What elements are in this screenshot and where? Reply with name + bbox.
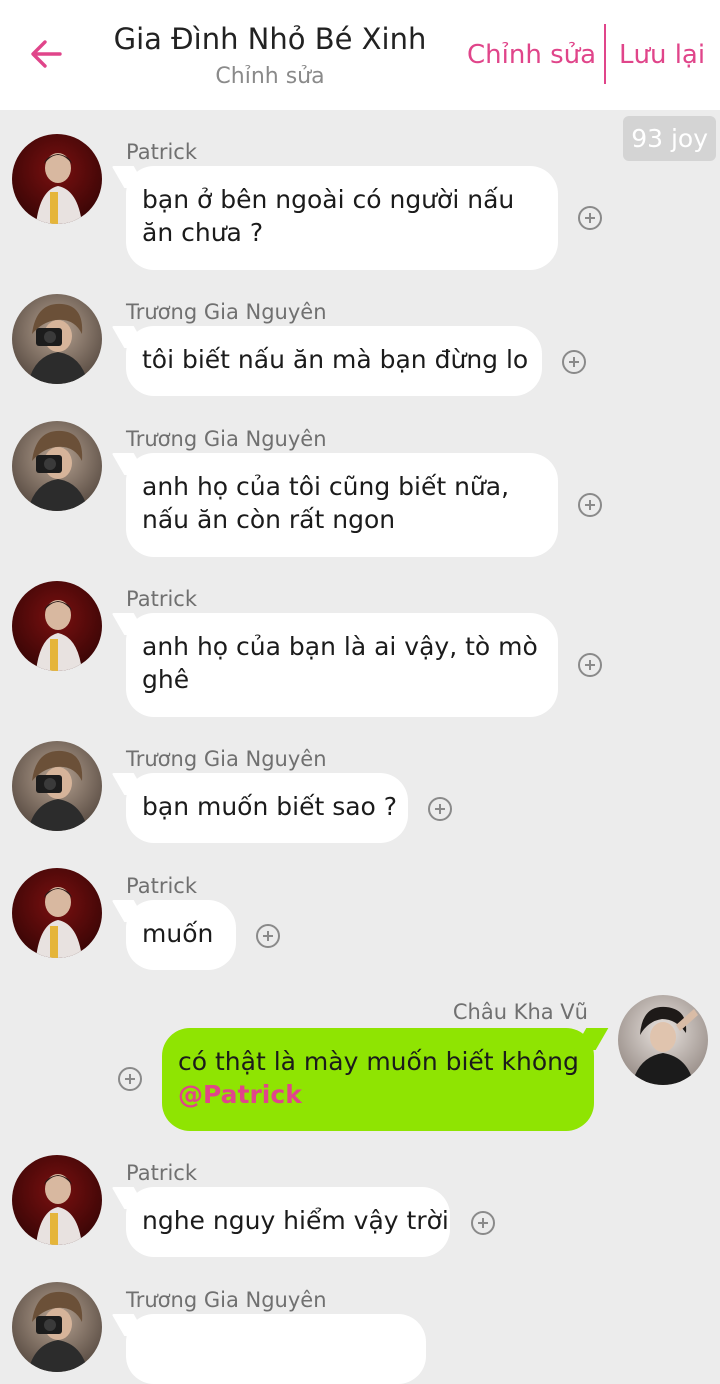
message-text: có thật là mày muốn biết không bbox=[178, 1047, 579, 1076]
message-bubble[interactable]: bạn muốn biết sao ? bbox=[126, 773, 408, 843]
message-text: nấu ăn còn rất ngon bbox=[142, 505, 396, 534]
message-text: tôi biết nấu ăn mà bạn đừng lo bbox=[142, 345, 529, 374]
message-bubble[interactable]: bạn ở bên ngoài có người nấu ăn chưa ? bbox=[126, 166, 558, 270]
avatar[interactable] bbox=[12, 294, 102, 384]
message-bubble[interactable]: anh họ của bạn là ai vậy, tò mò ghê bbox=[126, 613, 558, 717]
add-reaction-icon[interactable] bbox=[578, 493, 602, 517]
avatar[interactable] bbox=[12, 134, 102, 224]
back-arrow-icon bbox=[31, 40, 62, 68]
add-reaction-icon[interactable] bbox=[578, 206, 602, 230]
mention-link[interactable]: @Patrick bbox=[178, 1078, 578, 1111]
message-bubble[interactable]: anh họ của tôi cũng biết nữa, nấu ăn còn… bbox=[126, 453, 558, 557]
edit-button[interactable]: Chỉnh sửa bbox=[467, 40, 596, 70]
sender-name: Trương Gia Nguyên bbox=[126, 427, 327, 451]
message-text: anh họ của tôi cũng biết nữa, bbox=[142, 472, 510, 501]
avatar[interactable] bbox=[618, 995, 708, 1085]
message-bubble[interactable] bbox=[126, 1314, 426, 1384]
message-bubble[interactable]: tôi biết nấu ăn mà bạn đừng lo bbox=[126, 326, 542, 396]
sender-name: Trương Gia Nguyên bbox=[126, 747, 327, 771]
add-reaction-icon[interactable] bbox=[578, 653, 602, 677]
joy-count-badge: 93 joy bbox=[623, 116, 716, 161]
message-bubble[interactable]: nghe nguy hiểm vậy trời bbox=[126, 1187, 450, 1257]
sender-name: Châu Kha Vũ bbox=[452, 1000, 588, 1024]
message-bubble[interactable]: muốn bbox=[126, 900, 236, 970]
avatar[interactable] bbox=[12, 741, 102, 831]
chat-subtitle: Chỉnh sửa bbox=[215, 64, 325, 89]
sender-name: Patrick bbox=[126, 874, 197, 898]
message-text: bạn muốn biết sao ? bbox=[142, 792, 398, 821]
message-text: muốn bbox=[142, 919, 214, 948]
message-text: nghe nguy hiểm vậy trời bbox=[142, 1206, 449, 1235]
sender-name: Patrick bbox=[126, 1161, 197, 1185]
avatar[interactable] bbox=[12, 581, 102, 671]
add-reaction-icon[interactable] bbox=[118, 1067, 142, 1091]
save-button[interactable]: Lưu lại bbox=[619, 40, 705, 70]
avatar[interactable] bbox=[12, 421, 102, 511]
message-text: ăn chưa ? bbox=[142, 218, 264, 247]
message-bubble[interactable]: có thật là mày muốn biết không @Patrick bbox=[162, 1028, 594, 1131]
sender-name: Patrick bbox=[126, 587, 197, 611]
message-text: bạn ở bên ngoài có người nấu bbox=[142, 185, 515, 214]
add-reaction-icon[interactable] bbox=[256, 924, 280, 948]
chat-header: Gia Đình Nhỏ Bé Xinh Chỉnh sửa Chỉnh sửa… bbox=[0, 0, 720, 110]
avatar[interactable] bbox=[12, 1155, 102, 1245]
add-reaction-icon[interactable] bbox=[428, 797, 452, 821]
message-text: ghê bbox=[142, 665, 190, 694]
sender-name: Patrick bbox=[126, 140, 197, 164]
message-text: anh họ của bạn là ai vậy, tò mò bbox=[142, 632, 538, 661]
chat-title: Gia Đình Nhỏ Bé Xinh bbox=[113, 22, 427, 56]
back-button[interactable] bbox=[24, 32, 68, 76]
avatar[interactable] bbox=[12, 1282, 102, 1372]
header-divider bbox=[604, 24, 606, 84]
add-reaction-icon[interactable] bbox=[471, 1211, 495, 1235]
sender-name: Trương Gia Nguyên bbox=[126, 300, 327, 324]
add-reaction-icon[interactable] bbox=[562, 350, 586, 374]
avatar[interactable] bbox=[12, 868, 102, 958]
sender-name: Trương Gia Nguyên bbox=[126, 1288, 327, 1312]
